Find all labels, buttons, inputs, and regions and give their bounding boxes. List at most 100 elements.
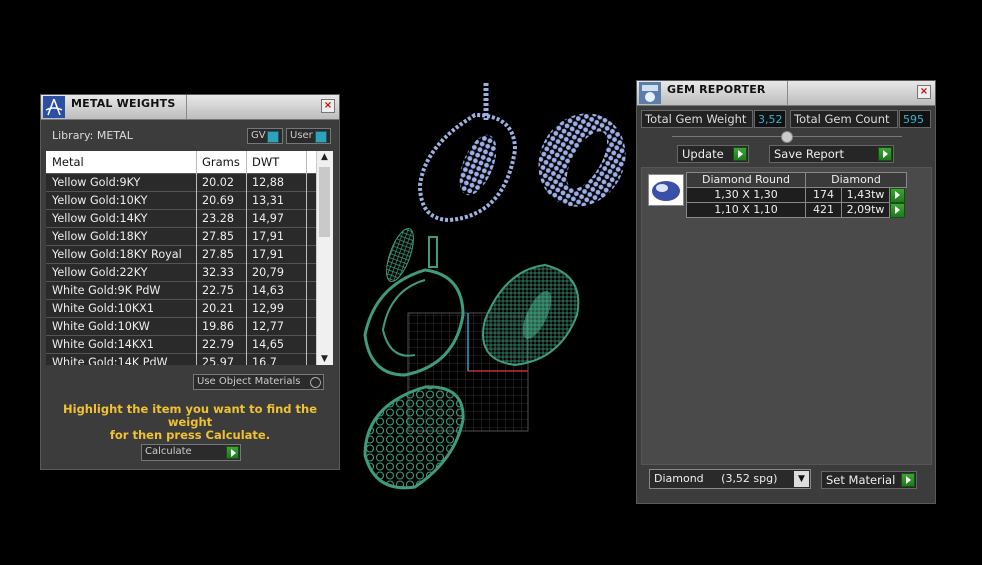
titlebar-divider bbox=[186, 95, 187, 119]
table-cell-metal: Yellow Gold:9KY bbox=[52, 176, 141, 189]
green-pendant-right[interactable] bbox=[482, 263, 580, 367]
gem-row-weight: 2,09tw bbox=[841, 202, 890, 218]
total-gem-weight-label: Total Gem Weight bbox=[641, 110, 753, 128]
chevron-down-icon[interactable]: ▼ bbox=[794, 471, 809, 487]
table-row[interactable]: Yellow Gold:14KY 23.28 14,97 bbox=[46, 209, 316, 227]
table-row[interactable]: Yellow Gold:18KY Royal 27.85 17,91 bbox=[46, 245, 316, 263]
gv-toggle-indicator bbox=[267, 131, 279, 143]
table-row[interactable]: White Gold:10KW 19.86 12,77 bbox=[46, 317, 316, 335]
table-row[interactable]: White Gold:9K PdW 22.75 14,63 bbox=[46, 281, 316, 299]
table-cell-grams: 22.79 bbox=[202, 338, 235, 351]
scroll-up-icon[interactable]: ▲ bbox=[321, 152, 328, 162]
table-row[interactable]: White Gold:14KX1 22.79 14,65 bbox=[46, 335, 316, 353]
table-cell-grams: 32.33 bbox=[202, 266, 235, 279]
play-arrow-icon bbox=[226, 446, 239, 459]
table-cell-dwt: 14,63 bbox=[252, 284, 285, 297]
play-arrow-icon bbox=[878, 147, 892, 161]
metal-table-header: Metal Grams DWT bbox=[46, 151, 316, 173]
close-icon[interactable]: × bbox=[321, 99, 335, 113]
column-header-metal[interactable]: Metal bbox=[52, 155, 84, 169]
use-object-materials-label: Use Object Materials bbox=[197, 376, 301, 387]
table-cell-dwt: 20,79 bbox=[252, 266, 285, 279]
table-cell-dwt: 14,97 bbox=[252, 212, 285, 225]
table-cell-metal: Yellow Gold:10KY bbox=[52, 194, 148, 207]
gem-row-weight: 1,43tw bbox=[841, 187, 890, 203]
set-material-button[interactable]: Set Material bbox=[821, 471, 917, 489]
gem-row-select-icon[interactable] bbox=[890, 188, 905, 203]
blue-pendant-right[interactable] bbox=[522, 97, 635, 222]
splitter-grip-icon[interactable] bbox=[781, 131, 793, 143]
gem-table-header-material: Diamond bbox=[805, 172, 907, 188]
gem-row-select-icon[interactable] bbox=[890, 203, 905, 218]
gem-table-header-shape: Diamond Round bbox=[686, 172, 806, 188]
total-gem-weight-value: 3,52 bbox=[754, 110, 786, 128]
checkbox-icon bbox=[310, 377, 321, 388]
table-row[interactable]: Yellow Gold:9KY 20.02 12,88 bbox=[46, 173, 316, 191]
table-cell-dwt: 12,88 bbox=[252, 176, 285, 189]
table-cell-metal: White Gold:9K PdW bbox=[52, 284, 161, 297]
table-cell-grams: 19.86 bbox=[202, 320, 235, 333]
calculate-label: Calculate bbox=[145, 446, 192, 457]
table-cell-grams: 23.28 bbox=[202, 212, 235, 225]
gem-row-count: 174 bbox=[805, 187, 842, 203]
diamond-icon bbox=[649, 175, 683, 205]
table-row[interactable]: Yellow Gold:22KY 32.33 20,79 bbox=[46, 263, 316, 281]
gem-row-count: 421 bbox=[805, 202, 842, 218]
metal-weights-panel: METAL WEIGHTS × Library: METAL GV User M… bbox=[40, 94, 340, 470]
library-label: Library: METAL bbox=[52, 129, 133, 142]
blue-pendant-left[interactable] bbox=[417, 83, 518, 223]
gv-toggle[interactable]: GV bbox=[247, 128, 283, 144]
table-cell-dwt: 12,99 bbox=[252, 302, 285, 315]
table-cell-grams: 27.85 bbox=[202, 230, 235, 243]
update-button[interactable]: Update bbox=[677, 145, 749, 163]
save-report-button[interactable]: Save Report bbox=[769, 145, 894, 163]
set-material-label: Set Material bbox=[826, 473, 896, 487]
metal-table-scrollbar[interactable]: ▲ ▼ bbox=[316, 151, 333, 365]
titlebar-divider bbox=[787, 81, 788, 105]
metal-table: Metal Grams DWT Yellow Gold:9KY 20.02 12,8… bbox=[46, 151, 333, 365]
update-label: Update bbox=[682, 147, 724, 161]
table-cell-metal: White Gold:10KX1 bbox=[52, 302, 154, 315]
scrollbar-thumb[interactable] bbox=[319, 167, 330, 237]
table-cell-grams: 20.21 bbox=[202, 302, 235, 315]
gem-row-size: 1,30 X 1,30 bbox=[686, 187, 806, 203]
column-header-dwt[interactable]: DWT bbox=[252, 155, 279, 169]
gem-reporter-logo-icon bbox=[639, 82, 661, 104]
metal-weights-titlebar[interactable]: METAL WEIGHTS × bbox=[41, 95, 339, 120]
table-cell-grams: 25.97 bbox=[202, 356, 235, 365]
gv-toggle-label: GV bbox=[251, 130, 266, 141]
metal-table-body: Yellow Gold:9KY 20.02 12,88 Yellow Gold:10K… bbox=[46, 173, 316, 365]
green-pendant-bottom[interactable] bbox=[363, 385, 465, 490]
table-cell-grams: 20.69 bbox=[202, 194, 235, 207]
table-cell-grams: 22.75 bbox=[202, 284, 235, 297]
instruction-line-1: Highlight the item you want to find the … bbox=[63, 402, 317, 429]
scroll-down-icon[interactable]: ▼ bbox=[321, 354, 328, 364]
table-cell-dwt: 14,65 bbox=[252, 338, 285, 351]
gem-reporter-titlebar[interactable]: GEM REPORTER × bbox=[637, 81, 935, 106]
material-select[interactable]: Diamond (3,52 spg) ▼ bbox=[649, 469, 811, 489]
table-row[interactable]: Yellow Gold:10KY 20.69 13,31 bbox=[46, 191, 316, 209]
close-icon[interactable]: × bbox=[917, 85, 931, 99]
3d-viewport[interactable] bbox=[345, 75, 635, 495]
table-cell-metal: Yellow Gold:14KY bbox=[52, 212, 148, 225]
use-object-materials-checkbox[interactable]: Use Object Materials bbox=[193, 374, 324, 390]
user-toggle-indicator bbox=[315, 131, 327, 143]
table-cell-grams: 20.02 bbox=[202, 176, 235, 189]
gem-list-area: Diamond Round Diamond 1,30 X 1,30 174 1,… bbox=[641, 167, 932, 465]
table-cell-metal: Yellow Gold:18KY bbox=[52, 230, 148, 243]
gem-row-size: 1,10 X 1,10 bbox=[686, 202, 806, 218]
user-toggle-label: User bbox=[290, 130, 313, 141]
calculate-button[interactable]: Calculate bbox=[141, 444, 241, 461]
table-cell-dwt: 13,31 bbox=[252, 194, 285, 207]
gem-reporter-title: GEM REPORTER bbox=[667, 83, 766, 96]
diamond-thumbnail[interactable] bbox=[648, 174, 684, 206]
table-row[interactable]: Yellow Gold:18KY 27.85 17,91 bbox=[46, 227, 316, 245]
table-cell-metal: White Gold:14K PdW bbox=[52, 356, 168, 365]
table-row[interactable]: White Gold:10KX1 20.21 12,99 bbox=[46, 299, 316, 317]
table-row[interactable]: White Gold:14K PdW 25.97 16,7 bbox=[46, 353, 316, 365]
table-cell-metal: White Gold:14KX1 bbox=[52, 338, 154, 351]
user-toggle[interactable]: User bbox=[286, 128, 331, 144]
column-header-grams[interactable]: Grams bbox=[202, 155, 240, 169]
play-arrow-icon bbox=[901, 473, 915, 487]
total-gem-count-label: Total Gem Count bbox=[790, 110, 898, 128]
